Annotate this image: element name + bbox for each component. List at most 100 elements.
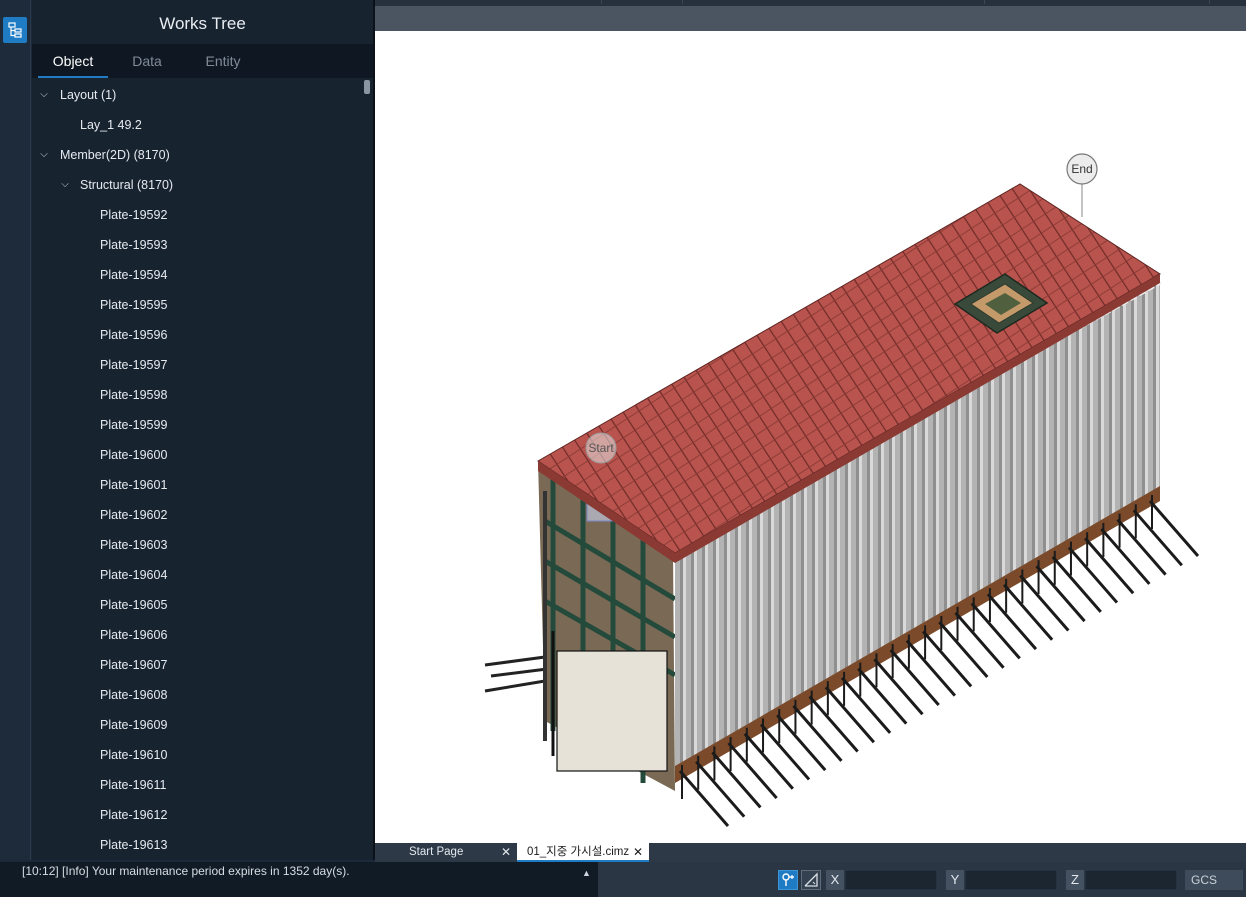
anchor-rod: [1019, 574, 1070, 632]
tree-node-plate[interactable]: Plate-19608: [32, 680, 363, 710]
tree-node-plate[interactable]: Plate-19609: [32, 710, 363, 740]
tree-node-label: Plate-19602: [100, 508, 168, 522]
tree-node-label: Plate-19594: [100, 268, 168, 282]
tree-node-structural[interactable]: ⌵ Structural (8170): [32, 170, 363, 200]
toolbar-segment: [683, 0, 985, 4]
tree-node-plate[interactable]: Plate-19606: [32, 620, 363, 650]
z-coordinate-field[interactable]: [1085, 870, 1177, 890]
tree-node-layout[interactable]: ⌵ Layout (1): [32, 80, 363, 110]
anchor-rod: [840, 676, 892, 734]
tree-node-plate[interactable]: Plate-19601: [32, 470, 363, 500]
model-render[interactable]: End Start: [375, 31, 1246, 843]
tree-node-plate[interactable]: Plate-19603: [32, 530, 363, 560]
toolbar-segment: [230, 0, 602, 4]
plate-list: Plate-19592 Plate-19593 Plate-19594 Plate-1…: [32, 200, 363, 860]
tree-node-label: Plate-19596: [100, 328, 168, 342]
tie-anchors-left: [484, 655, 548, 693]
tree-node-plate[interactable]: Plate-19610: [32, 740, 363, 770]
start-marker-label: Start: [588, 441, 614, 455]
coordinate-system-select[interactable]: GCS: [1185, 870, 1243, 890]
tree-node-plate[interactable]: Plate-19604: [32, 560, 363, 590]
tree-node-plate[interactable]: Plate-19607: [32, 650, 363, 680]
anchor-rod: [954, 611, 1005, 669]
works-tree-toggle-button[interactable]: [3, 17, 27, 43]
status-bar: [10:12] [Info] Your maintenance period e…: [0, 862, 1246, 897]
z-axis-label: Z: [1066, 870, 1084, 890]
tree-node-plate[interactable]: Plate-19592: [32, 200, 363, 230]
chevron-down-icon[interactable]: ⌵: [38, 140, 50, 170]
tree-node-plate[interactable]: Plate-19594: [32, 260, 363, 290]
tree-node-plate[interactable]: Plate-19593: [32, 230, 363, 260]
anchor-rod: [905, 639, 957, 697]
tree-node-plate[interactable]: Plate-19611: [32, 770, 363, 800]
tree-node-plate[interactable]: Plate-19598: [32, 380, 363, 410]
anchor-rod: [776, 714, 827, 772]
toolbar-segment: [603, 0, 683, 4]
anchor-rod: [889, 648, 940, 706]
tree-node-plate[interactable]: Plate-19612: [32, 800, 363, 830]
chevron-down-icon[interactable]: ⌵: [38, 80, 50, 110]
measure-toggle-button[interactable]: [801, 870, 821, 890]
tree-node-plate[interactable]: Plate-19602: [32, 500, 363, 530]
y-axis-label: Y: [946, 870, 964, 890]
anchor-rod: [1148, 500, 1200, 557]
anchor-rod: [1116, 518, 1167, 576]
toolbar-segment: [985, 0, 1210, 4]
tree-node-label: Plate-19600: [100, 448, 168, 462]
tree-node-plate[interactable]: Plate-19605: [32, 590, 363, 620]
object-tree: ⌵ Layout (1) Lay_1 49.2 ⌵ Member(2D) (81…: [32, 80, 363, 860]
end-marker[interactable]: End: [1066, 153, 1098, 217]
tree-node-member[interactable]: ⌵ Member(2D) (8170): [32, 140, 363, 170]
tree-node-label: Plate-19611: [100, 778, 167, 792]
anchor-rod: [1067, 546, 1119, 604]
anchor-rod: [695, 760, 746, 818]
close-icon[interactable]: ✕: [501, 843, 511, 862]
tree-node-label: Lay_1 49.2: [80, 118, 142, 132]
side-rail: [0, 0, 31, 860]
anchor-rod: [986, 593, 1038, 651]
model-viewport[interactable]: End Start: [375, 31, 1246, 843]
tree-node-label: Plate-19612: [100, 808, 168, 822]
start-marker[interactable]: Start: [585, 432, 617, 464]
tree-node-label: Plate-19604: [100, 568, 168, 582]
tab-entity[interactable]: Entity: [188, 44, 258, 78]
anchor-rod: [792, 704, 843, 762]
chevron-down-icon[interactable]: ⌵: [59, 170, 71, 200]
tree-node-plate[interactable]: Plate-19600: [32, 440, 363, 470]
tree-node-label: Plate-19597: [100, 358, 168, 372]
tree-node-plate[interactable]: Plate-19613: [32, 830, 363, 860]
coordinate-bar: X Y Z GCS: [598, 862, 1246, 897]
tree-node-plate[interactable]: Plate-19597: [32, 350, 363, 380]
tree-node-plate[interactable]: Plate-19595: [32, 290, 363, 320]
tab-active-file[interactable]: 01_지중 가시설.cimz ✕: [517, 843, 649, 862]
snap-icon: [782, 873, 794, 886]
tree-node-label: Plate-19598: [100, 388, 168, 402]
tree-icon: [8, 22, 22, 38]
anchor-rod: [1035, 565, 1086, 623]
close-icon[interactable]: ✕: [633, 843, 643, 862]
anchor-rod: [970, 602, 1021, 660]
anchor-rod: [727, 742, 778, 800]
tab-start-page[interactable]: Start Page ✕: [399, 843, 517, 862]
snap-toggle-button[interactable]: [778, 870, 798, 890]
tree-node-plate[interactable]: Plate-19599: [32, 410, 363, 440]
anchor-rod: [938, 621, 989, 679]
tab-data[interactable]: Data: [114, 44, 180, 78]
x-coordinate-field[interactable]: [845, 870, 937, 890]
tree-node-label: Plate-19613: [100, 838, 168, 852]
scrollbar-thumb[interactable]: [364, 80, 370, 94]
anchor-rod: [1003, 583, 1054, 641]
tree-node-plate[interactable]: Plate-19596: [32, 320, 363, 350]
tree-scrollbar[interactable]: [363, 80, 371, 860]
tree-node-label: Plate-19608: [100, 688, 168, 702]
tree-node-label: Plate-19610: [100, 748, 168, 762]
anchor-rod: [1100, 527, 1151, 585]
status-message-area: [10:12] [Info] Your maintenance period e…: [0, 862, 598, 897]
tree-node-layout-item[interactable]: Lay_1 49.2: [32, 110, 363, 140]
panel-title: Works Tree: [159, 14, 246, 33]
document-tabs: Start Page ✕ 01_지중 가시설.cimz ✕: [375, 843, 1246, 862]
y-coordinate-field[interactable]: [965, 870, 1057, 890]
anchor-rod: [711, 751, 762, 809]
expand-log-icon[interactable]: ▲: [582, 864, 591, 882]
tab-object[interactable]: Object: [38, 44, 108, 78]
